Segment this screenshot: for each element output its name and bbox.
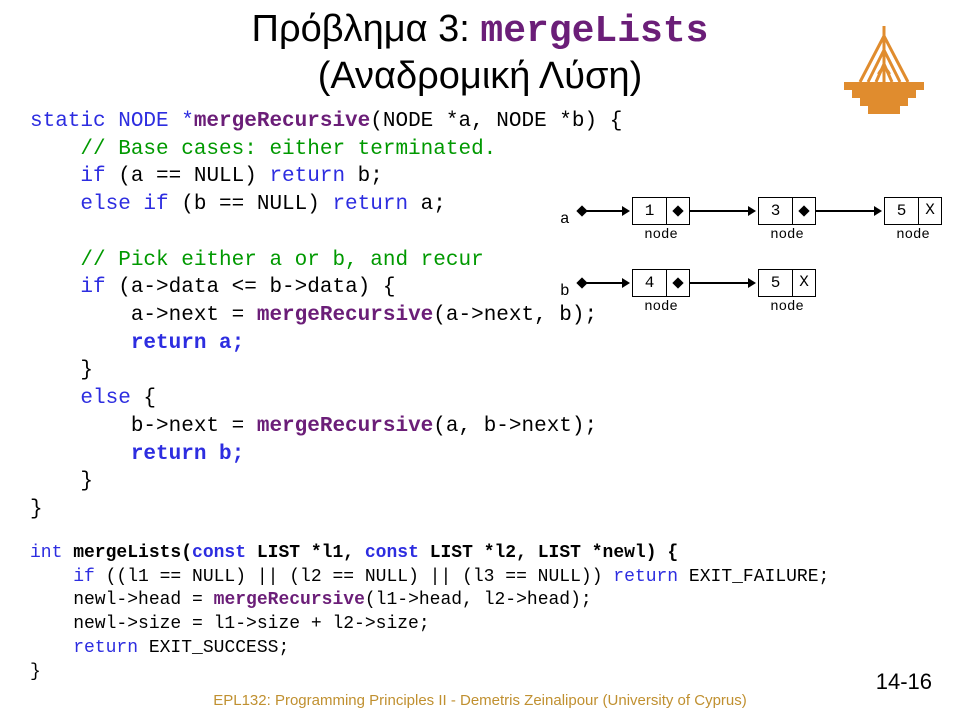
code-block-wrapper: int mergeLists(const LIST *l1, const LIS… [30, 542, 930, 685]
university-logo-icon [844, 26, 924, 118]
footer-text: EPL132: Programming Principles II - Deme… [0, 692, 960, 709]
pointer-a-label: a [560, 210, 570, 228]
linked-list-diagram: a 1 node 3 node 5 X node [560, 197, 940, 341]
slide-title-line2: (Αναδρομική Λύση) [30, 55, 930, 98]
node-a-1: 3 [758, 197, 816, 225]
page-number: 14-16 [876, 669, 932, 695]
node-a-0: 1 [632, 197, 690, 225]
list-a-row: a 1 node 3 node 5 X node [560, 197, 940, 269]
pointer-b-label: b [560, 282, 570, 300]
node-b-0: 4 [632, 269, 690, 297]
list-b-row: b 4 node 5 X node [560, 269, 940, 341]
node-b-1: 5 X [758, 269, 816, 297]
slide-title-line1: Πρόβλημα 3: mergeLists [30, 8, 930, 53]
node-a-2: 5 X [884, 197, 942, 225]
